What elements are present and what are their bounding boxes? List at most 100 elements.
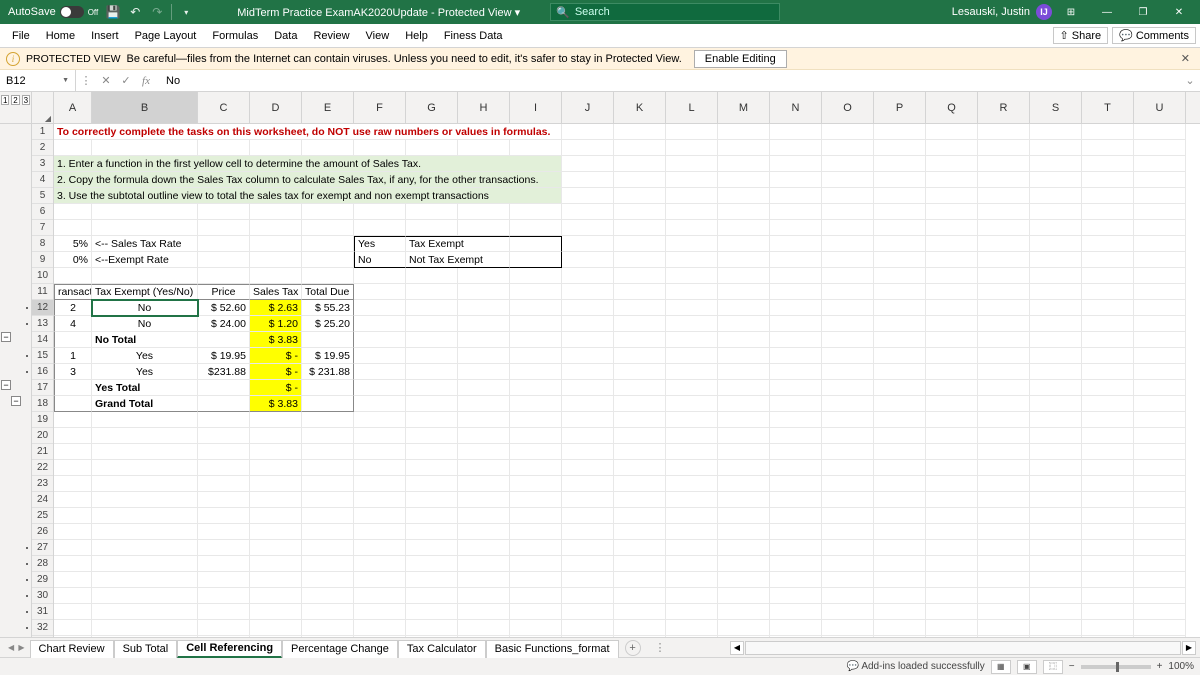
cell-G28[interactable] <box>406 556 458 572</box>
cell-M3[interactable] <box>718 156 770 172</box>
cell-A3[interactable]: 1. Enter a function in the first yellow … <box>54 156 562 172</box>
cell-N27[interactable] <box>770 540 822 556</box>
cell-U20[interactable] <box>1134 428 1186 444</box>
cell-K15[interactable] <box>614 348 666 364</box>
row-header-31[interactable]: 31 <box>32 604 53 620</box>
cell-D29[interactable] <box>250 572 302 588</box>
cell-I32[interactable] <box>510 620 562 636</box>
cell-T19[interactable] <box>1082 412 1134 428</box>
cell-Q7[interactable] <box>926 220 978 236</box>
row-header-22[interactable]: 22 <box>32 460 53 476</box>
cell-Q14[interactable] <box>926 332 978 348</box>
cell-C20[interactable] <box>198 428 250 444</box>
cell-A2[interactable] <box>54 140 92 156</box>
cell-P10[interactable] <box>874 268 926 284</box>
cell-H32[interactable] <box>458 620 510 636</box>
cell-P31[interactable] <box>874 604 926 620</box>
cell-G20[interactable] <box>406 428 458 444</box>
cell-N7[interactable] <box>770 220 822 236</box>
cell-A23[interactable] <box>54 476 92 492</box>
cell-H11[interactable] <box>458 284 510 300</box>
cell-I9[interactable] <box>510 252 562 268</box>
cell-O30[interactable] <box>822 588 874 604</box>
cell-I8[interactable] <box>510 236 562 252</box>
cell-P32[interactable] <box>874 620 926 636</box>
cell-B10[interactable] <box>92 268 198 284</box>
cell-I20[interactable] <box>510 428 562 444</box>
cell-S8[interactable] <box>1030 236 1082 252</box>
cell-K26[interactable] <box>614 524 666 540</box>
cell-U13[interactable] <box>1134 316 1186 332</box>
cell-M5[interactable] <box>718 188 770 204</box>
cell-B9[interactable]: <--Exempt Rate <box>92 252 198 268</box>
cell-N24[interactable] <box>770 492 822 508</box>
cell-K13[interactable] <box>614 316 666 332</box>
cell-U26[interactable] <box>1134 524 1186 540</box>
cell-Q13[interactable] <box>926 316 978 332</box>
col-header-H[interactable]: H <box>458 92 510 123</box>
cell-S19[interactable] <box>1030 412 1082 428</box>
cell-B8[interactable]: <-- Sales Tax Rate <box>92 236 198 252</box>
col-header-A[interactable]: A <box>54 92 92 123</box>
cell-F20[interactable] <box>354 428 406 444</box>
cell-P8[interactable] <box>874 236 926 252</box>
comments-button[interactable]: 💬Comments <box>1112 27 1196 44</box>
cell-B27[interactable] <box>92 540 198 556</box>
cell-C25[interactable] <box>198 508 250 524</box>
cell-H20[interactable] <box>458 428 510 444</box>
cell-U31[interactable] <box>1134 604 1186 620</box>
cell-S4[interactable] <box>1030 172 1082 188</box>
cell-L2[interactable] <box>666 140 718 156</box>
cell-E16[interactable]: $ 231.88 <box>302 364 354 380</box>
cell-S18[interactable] <box>1030 396 1082 412</box>
cell-E20[interactable] <box>302 428 354 444</box>
row-header-7[interactable]: 7 <box>32 220 53 236</box>
cell-U30[interactable] <box>1134 588 1186 604</box>
cell-E15[interactable]: $ 19.95 <box>302 348 354 364</box>
cell-A9[interactable]: 0% <box>54 252 92 268</box>
cell-U19[interactable] <box>1134 412 1186 428</box>
normal-view-icon[interactable]: ▦ <box>991 660 1011 674</box>
cell-D11[interactable]: Sales Tax <box>250 284 302 300</box>
cell-A16[interactable]: 3 <box>54 364 92 380</box>
cell-N9[interactable] <box>770 252 822 268</box>
cell-J3[interactable] <box>562 156 614 172</box>
sheet-tab-tax-calculator[interactable]: Tax Calculator <box>398 640 486 658</box>
cell-B13[interactable]: No <box>92 316 198 332</box>
cell-N10[interactable] <box>770 268 822 284</box>
cell-J10[interactable] <box>562 268 614 284</box>
cell-G2[interactable] <box>406 140 458 156</box>
cell-A8[interactable]: 5% <box>54 236 92 252</box>
cell-G15[interactable] <box>406 348 458 364</box>
row-header-10[interactable]: 10 <box>32 268 53 284</box>
cell-C16[interactable]: $231.88 <box>198 364 250 380</box>
cell-H2[interactable] <box>458 140 510 156</box>
cell-U15[interactable] <box>1134 348 1186 364</box>
cell-P11[interactable] <box>874 284 926 300</box>
cell-G14[interactable] <box>406 332 458 348</box>
cell-T10[interactable] <box>1082 268 1134 284</box>
cell-S13[interactable] <box>1030 316 1082 332</box>
cell-O9[interactable] <box>822 252 874 268</box>
cell-L21[interactable] <box>666 444 718 460</box>
cell-G18[interactable] <box>406 396 458 412</box>
cell-B31[interactable] <box>92 604 198 620</box>
cell-I10[interactable] <box>510 268 562 284</box>
cell-K27[interactable] <box>614 540 666 556</box>
sheet-split-icon[interactable]: ⋮ <box>655 641 666 654</box>
cell-D26[interactable] <box>250 524 302 540</box>
cell-N23[interactable] <box>770 476 822 492</box>
cell-N25[interactable] <box>770 508 822 524</box>
zoom-slider[interactable] <box>1081 665 1151 669</box>
cell-J21[interactable] <box>562 444 614 460</box>
cell-C29[interactable] <box>198 572 250 588</box>
share-button[interactable]: ⇧Share <box>1053 27 1109 44</box>
col-header-T[interactable]: T <box>1082 92 1134 123</box>
cell-G6[interactable] <box>406 204 458 220</box>
cell-B15[interactable]: Yes <box>92 348 198 364</box>
cell-U24[interactable] <box>1134 492 1186 508</box>
cell-Q15[interactable] <box>926 348 978 364</box>
cell-D32[interactable] <box>250 620 302 636</box>
col-header-M[interactable]: M <box>718 92 770 123</box>
cell-S30[interactable] <box>1030 588 1082 604</box>
